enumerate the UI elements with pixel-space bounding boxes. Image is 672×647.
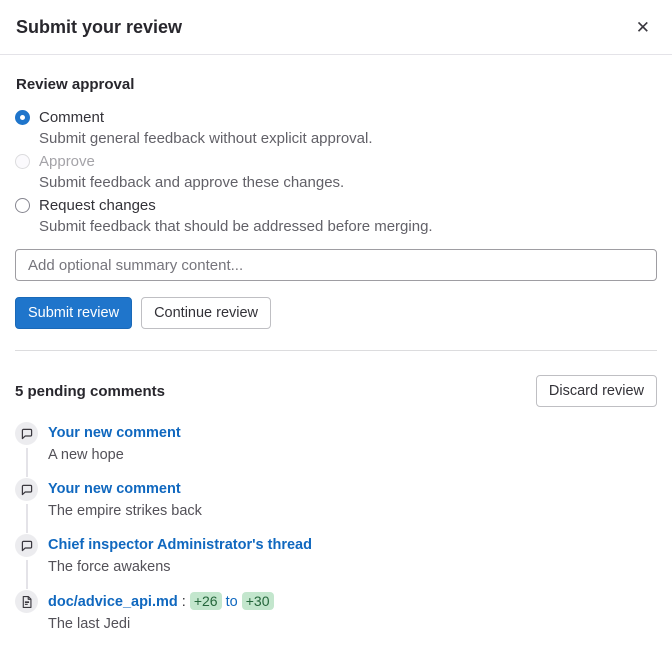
radio-option-request-changes: Request changes Submit feedback that sho… [15, 195, 657, 237]
summary-input[interactable] [15, 249, 657, 281]
radio-label-request-changes[interactable]: Request changes [39, 195, 156, 216]
to-label: to [226, 594, 238, 610]
comment-icon [15, 534, 38, 557]
comment-link[interactable]: Your new comment [48, 422, 181, 444]
radio-option-comment: Comment Submit general feedback without … [15, 107, 657, 149]
list-item: Your new comment The empire strikes back [15, 478, 657, 534]
comment-link[interactable]: Chief inspector Administrator's thread [48, 534, 312, 556]
continue-review-button[interactable]: Continue review [141, 297, 271, 329]
discard-review-button[interactable]: Discard review [536, 375, 657, 407]
line-from-badge: +26 [190, 592, 222, 610]
dialog-title: Submit your review [16, 17, 182, 38]
comment-item-body: Your new comment A new hope [48, 422, 181, 466]
comment-icon [15, 422, 38, 445]
radio-button-request-changes[interactable] [15, 198, 30, 213]
pending-comments-header: 5 pending comments Discard review [15, 375, 657, 407]
comment-subtitle: The force awakens [48, 556, 312, 578]
comment-link[interactable]: Your new comment [48, 478, 202, 500]
review-approval-heading: Review approval [16, 76, 657, 93]
comment-subtitle: The last Jedi [48, 613, 274, 635]
line-to-badge: +30 [242, 592, 274, 610]
radio-button-comment[interactable] [15, 110, 30, 125]
radio-option-approve: Approve Submit feedback and approve thes… [15, 151, 657, 193]
radio-description-request-changes: Submit feedback that should be addressed… [39, 216, 657, 237]
submit-review-button[interactable]: Submit review [15, 297, 132, 329]
radio-label-approve: Approve [39, 151, 95, 172]
dialog-header: Submit your review ✕ [0, 0, 672, 55]
comment-icon [15, 478, 38, 501]
review-actions: Submit review Continue review [15, 297, 657, 329]
pending-comments-list: Your new comment A new hope Your new com… [15, 422, 657, 647]
dialog-content: Review approval Comment Submit general f… [0, 76, 672, 647]
file-comment-title: doc/advice_api.md : +26 to +30 [48, 590, 274, 613]
close-icon[interactable]: ✕ [630, 17, 656, 38]
radio-row-approve: Approve [15, 151, 657, 172]
list-item: Chief inspector Administrator's thread T… [15, 534, 657, 590]
radio-row-request-changes[interactable]: Request changes [15, 195, 657, 216]
radio-description-comment: Submit general feedback without explicit… [39, 128, 657, 149]
file-link[interactable]: doc/advice_api.md [48, 594, 178, 610]
radio-description-approve: Submit feedback and approve these change… [39, 172, 657, 193]
pending-comments-heading: 5 pending comments [15, 383, 165, 400]
list-item: Your new comment A new hope [15, 422, 657, 478]
file-item-body: doc/advice_api.md : +26 to +30 The last … [48, 590, 274, 635]
review-approval-radio-group: Comment Submit general feedback without … [15, 107, 657, 237]
file-icon [15, 590, 38, 613]
section-divider [15, 350, 657, 351]
radio-label-comment[interactable]: Comment [39, 107, 104, 128]
comment-item-body: Chief inspector Administrator's thread T… [48, 534, 312, 578]
comment-item-body: Your new comment The empire strikes back [48, 478, 202, 522]
comment-subtitle: The empire strikes back [48, 500, 202, 522]
radio-row-comment[interactable]: Comment [15, 107, 657, 128]
comment-subtitle: A new hope [48, 444, 181, 466]
colon-separator: : [182, 594, 186, 610]
radio-button-approve [15, 154, 30, 169]
list-item: doc/advice_api.md : +26 to +30 The last … [15, 590, 657, 647]
